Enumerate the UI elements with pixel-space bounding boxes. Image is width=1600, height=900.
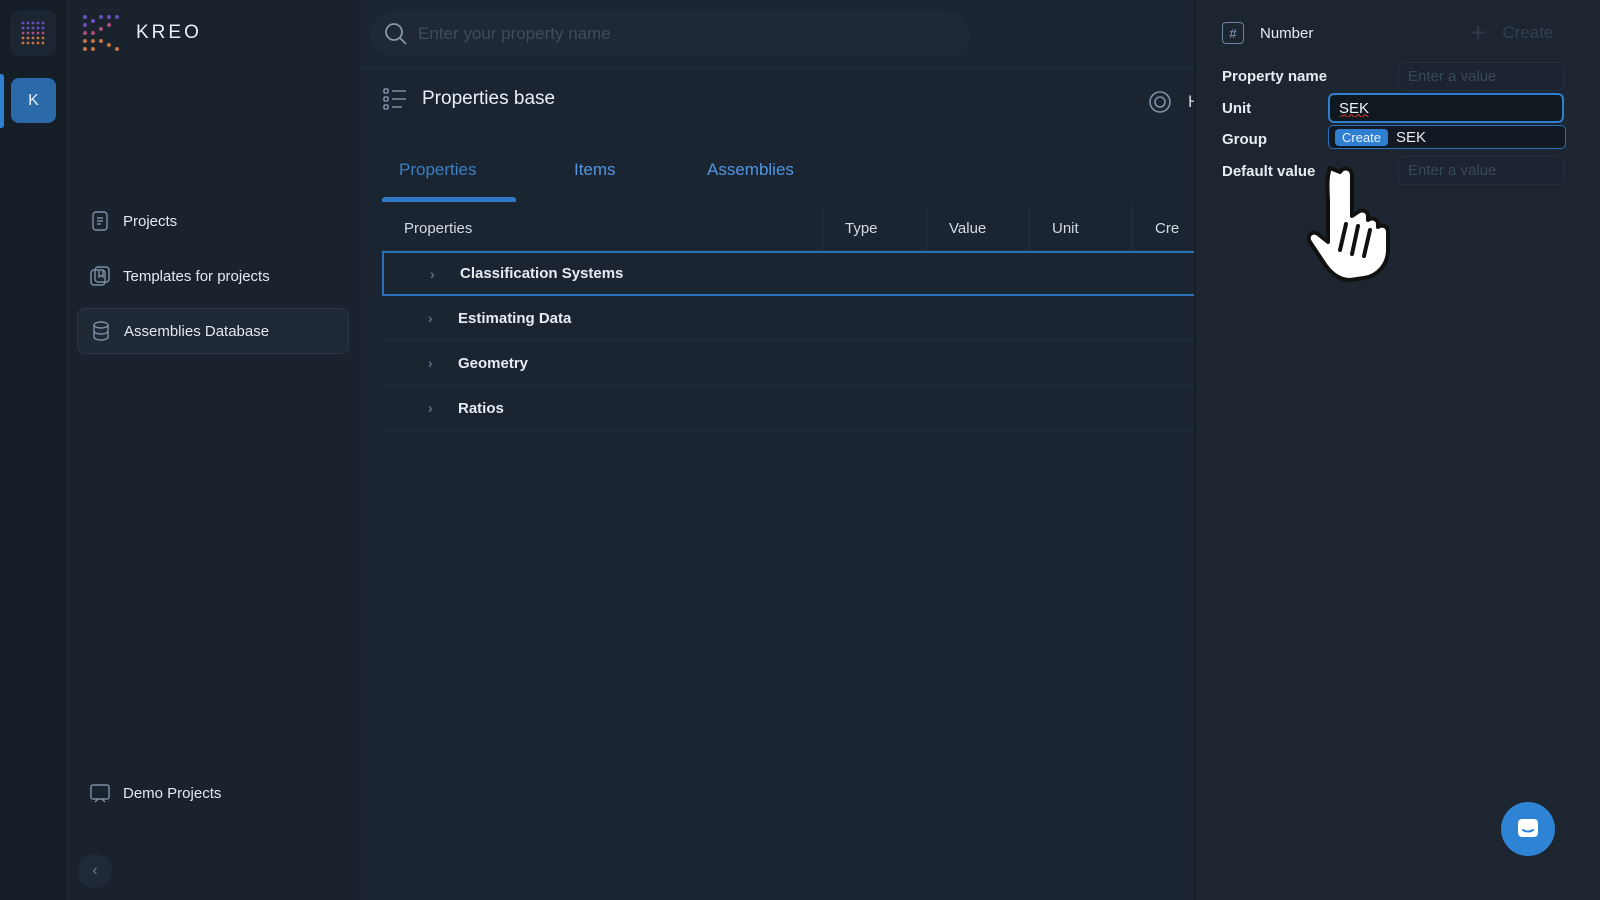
brand-name: KREO xyxy=(136,22,202,43)
properties-table: Properties Type Value Unit Cre › Classif… xyxy=(382,205,1196,431)
lifebuoy-icon xyxy=(1149,91,1171,113)
active-tab-indicator xyxy=(382,197,516,202)
column-header-type[interactable]: Type xyxy=(822,205,878,251)
active-workspace-indicator xyxy=(0,74,4,128)
page-title: Properties base xyxy=(422,88,556,109)
plus-icon: + xyxy=(1470,17,1487,48)
help-button[interactable] xyxy=(1148,90,1172,114)
apps-grid-icon[interactable] xyxy=(10,10,56,56)
group-label: Group xyxy=(1222,131,1267,148)
sidebar-item-label: Templates for projects xyxy=(123,267,270,285)
sidebar-item-label: Demo Projects xyxy=(123,784,222,802)
unit-input[interactable] xyxy=(1328,93,1564,123)
chat-support-button[interactable] xyxy=(1501,802,1555,856)
unit-suggestion-dropdown[interactable]: Create SEK xyxy=(1328,125,1566,149)
document-list-icon xyxy=(92,211,108,231)
sidebar-item-assemblies-database[interactable]: Assemblies Database xyxy=(77,308,349,354)
app-rail: K xyxy=(0,0,68,900)
table-row[interactable]: › Ratios xyxy=(382,386,1196,431)
chevron-right-icon[interactable]: › xyxy=(428,355,433,371)
search-icon xyxy=(385,23,407,45)
tab-assemblies[interactable]: Assemblies xyxy=(707,148,794,202)
page-header: Properties base xyxy=(382,86,555,112)
database-icon xyxy=(93,321,109,341)
workspace-avatar[interactable]: K xyxy=(11,78,56,123)
tab-bar: Properties Items Assemblies xyxy=(382,148,1196,202)
row-label: Estimating Data xyxy=(458,309,572,327)
collapse-sidebar-button[interactable]: ‹ xyxy=(78,854,112,888)
hash-icon: # xyxy=(1222,22,1244,44)
suggestion-value: SEK xyxy=(1396,128,1427,146)
chevron-right-icon[interactable]: › xyxy=(428,400,433,416)
search-input[interactable] xyxy=(418,24,938,44)
table-row[interactable]: › Geometry xyxy=(382,341,1196,386)
create-badge: Create xyxy=(1335,128,1389,146)
hand-cursor-icon xyxy=(1300,164,1400,282)
sidebar: KREO Projects Templates for projects Ass… xyxy=(68,0,360,900)
create-property-panel: # Number + Create Property name Unit Cre… xyxy=(1196,0,1600,900)
sidebar-item-templates[interactable]: Templates for projects xyxy=(77,253,349,299)
table-row[interactable]: › Classification Systems xyxy=(382,251,1196,296)
table-header: Properties Type Value Unit Cre xyxy=(382,205,1196,251)
row-label: Geometry xyxy=(458,354,529,372)
create-button-label: Create xyxy=(1502,23,1554,42)
sidebar-item-label: Assemblies Database xyxy=(124,322,270,340)
main-content: Properties base H Properties Items Assem… xyxy=(360,0,1196,900)
property-name-label: Property name xyxy=(1222,68,1328,85)
search-bar[interactable] xyxy=(370,11,970,57)
property-type-label: Number xyxy=(1260,24,1314,42)
column-header-value[interactable]: Value xyxy=(926,205,986,251)
sidebar-item-demo-projects[interactable]: Demo Projects xyxy=(77,770,349,816)
tab-items[interactable]: Items xyxy=(574,148,616,202)
templates-icon xyxy=(90,266,110,286)
brand-logo[interactable]: KREO xyxy=(80,12,202,54)
table-row[interactable]: › Estimating Data xyxy=(382,296,1196,341)
sidebar-item-projects[interactable]: Projects xyxy=(77,198,349,244)
create-button[interactable]: + Create xyxy=(1470,17,1554,48)
chevron-left-icon: ‹ xyxy=(92,862,98,879)
top-bar xyxy=(360,0,1196,68)
chevron-right-icon[interactable]: › xyxy=(430,266,435,282)
row-label: Ratios xyxy=(458,399,504,417)
unit-label: Unit xyxy=(1222,100,1252,117)
column-header-unit[interactable]: Unit xyxy=(1029,205,1079,251)
row-label: Classification Systems xyxy=(460,265,624,282)
tab-properties[interactable]: Properties xyxy=(399,148,476,202)
column-header-properties[interactable]: Properties xyxy=(382,205,472,251)
chevron-right-icon[interactable]: › xyxy=(428,310,433,326)
list-icon xyxy=(383,88,406,110)
sidebar-item-label: Projects xyxy=(123,212,178,230)
kreo-logo-icon xyxy=(83,15,119,51)
default-value-input[interactable] xyxy=(1398,156,1564,185)
property-type-header: # Number xyxy=(1222,22,1313,44)
property-name-input[interactable] xyxy=(1398,62,1564,91)
monitor-icon xyxy=(90,784,110,803)
column-header-created[interactable]: Cre xyxy=(1132,205,1179,251)
chat-icon xyxy=(1518,819,1538,837)
